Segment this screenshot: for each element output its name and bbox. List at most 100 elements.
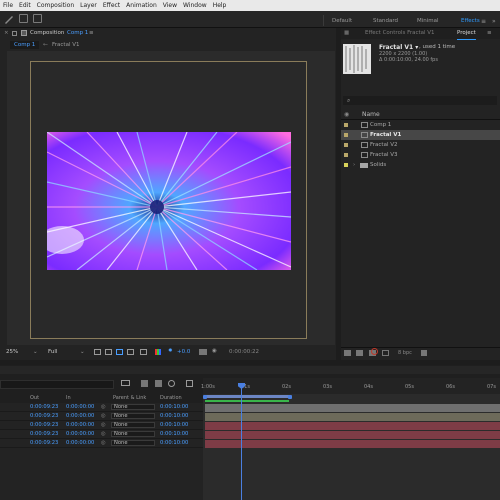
- interpret-footage-icon[interactable]: [344, 350, 351, 356]
- layer-row[interactable]: 0:00:09:23 0:00:00:00 ◎ None 0:00:10:00: [0, 439, 203, 448]
- composition-tab-name[interactable]: Comp 1: [67, 28, 88, 39]
- item-name[interactable]: Fractal V1 ▾: [379, 44, 418, 51]
- work-area-bar[interactable]: [205, 395, 290, 398]
- frame-blending-icon[interactable]: [155, 380, 162, 387]
- work-area-end-handle[interactable]: [288, 395, 292, 399]
- panel-menu-icon[interactable]: ≡: [89, 28, 94, 39]
- project-item-solids[interactable]: › Solids: [341, 160, 500, 170]
- menu-animation[interactable]: Animation: [123, 0, 160, 11]
- layer-out[interactable]: 0:00:09:23: [30, 403, 58, 411]
- subtab-fractal-v1[interactable]: Fractal V1: [48, 41, 83, 49]
- layer-duration-bar[interactable]: [205, 404, 500, 412]
- column-in[interactable]: In: [66, 395, 71, 401]
- layer-out[interactable]: 0:00:09:23: [30, 439, 58, 447]
- new-folder-icon[interactable]: [356, 350, 363, 356]
- guides-icon[interactable]: [127, 349, 134, 355]
- project-item-fractal-v3[interactable]: Fractal V3: [341, 150, 500, 160]
- tab-project[interactable]: Project: [457, 28, 476, 40]
- layer-in[interactable]: 0:00:00:00: [66, 421, 94, 429]
- layer-duration-bar[interactable]: [205, 440, 500, 448]
- lock-icon[interactable]: [12, 31, 17, 36]
- workspace-effects[interactable]: Effects: [461, 14, 480, 28]
- grid-icon[interactable]: [140, 349, 147, 355]
- project-item-comp1[interactable]: Comp 1: [341, 120, 500, 130]
- workspace-standard[interactable]: Standard: [373, 14, 398, 28]
- effect-controls-lock-icon[interactable]: ■: [344, 28, 349, 39]
- pickwhip-icon[interactable]: ◎: [101, 430, 106, 438]
- resolution-dropdown[interactable]: Full: [48, 349, 57, 355]
- snapshot-camera-icon[interactable]: [199, 349, 207, 355]
- layer-duration-bar[interactable]: [205, 431, 500, 439]
- workspace-default[interactable]: Default: [332, 14, 352, 28]
- layer-duration[interactable]: 0:00:10:00: [160, 403, 188, 411]
- draft-3d-icon[interactable]: [121, 380, 130, 386]
- close-panel-icon[interactable]: ×: [4, 28, 9, 39]
- label-color-swatch[interactable]: [344, 163, 348, 167]
- menu-window[interactable]: Window: [180, 0, 210, 11]
- composition-tab-prefix[interactable]: Composition: [30, 28, 64, 39]
- transparency-grid-icon[interactable]: [105, 349, 112, 355]
- layer-out[interactable]: 0:00:09:23: [30, 412, 58, 420]
- column-parent[interactable]: Parent & Link: [113, 395, 146, 401]
- menu-file[interactable]: File: [0, 0, 16, 11]
- layer-out[interactable]: 0:00:09:23: [30, 430, 58, 438]
- pickwhip-icon[interactable]: ◎: [101, 412, 106, 420]
- zoom-chevron-icon[interactable]: ⌄: [33, 349, 38, 355]
- layer-duration-bar[interactable]: [205, 422, 500, 430]
- tab-effect-controls[interactable]: Effect Controls Fractal V1: [365, 28, 435, 39]
- layer-row[interactable]: 0:00:09:23 0:00:00:00 ◎ None 0:00:10:00: [0, 421, 203, 430]
- workspace-overflow-icon[interactable]: »: [492, 18, 496, 25]
- layer-row[interactable]: 0:00:09:23 0:00:00:00 ◎ None 0:00:10:00: [0, 430, 203, 439]
- workspace-menu-icon[interactable]: ≡: [481, 18, 486, 25]
- workspace-minimal[interactable]: Minimal: [417, 14, 439, 28]
- layer-duration[interactable]: 0:00:10:00: [160, 412, 188, 420]
- layer-duration-bar[interactable]: [205, 413, 500, 421]
- zoom-dropdown[interactable]: 25%: [6, 349, 18, 355]
- menu-help[interactable]: Help: [210, 0, 230, 11]
- label-color-swatch[interactable]: [344, 143, 348, 147]
- expand-chevron-icon[interactable]: ›: [353, 160, 355, 170]
- trash-icon[interactable]: [421, 350, 427, 356]
- menu-layer[interactable]: Layer: [77, 0, 100, 11]
- column-duration[interactable]: Duration: [160, 395, 182, 401]
- graph-editor-icon[interactable]: [186, 380, 193, 387]
- bit-depth-button[interactable]: 8 bpc: [398, 350, 412, 356]
- playhead-line[interactable]: [241, 383, 242, 500]
- work-area-start-handle[interactable]: [203, 395, 207, 399]
- snapping-icon[interactable]: [33, 14, 42, 23]
- region-of-interest-icon[interactable]: [94, 349, 101, 355]
- current-time-display[interactable]: 0:00:00:22: [229, 349, 259, 355]
- exposure-value[interactable]: +0.0: [177, 349, 190, 355]
- resolution-chevron-icon[interactable]: ⌄: [80, 349, 85, 355]
- subtab-comp1[interactable]: Comp 1: [10, 41, 40, 49]
- label-color-swatch[interactable]: [344, 123, 348, 127]
- layer-in[interactable]: 0:00:00:00: [66, 430, 94, 438]
- tool-toggle-icon[interactable]: [19, 14, 28, 23]
- menu-edit[interactable]: Edit: [16, 0, 34, 11]
- layer-out[interactable]: 0:00:09:23: [30, 421, 58, 429]
- mask-visibility-icon[interactable]: [116, 349, 123, 355]
- layer-in[interactable]: 0:00:00:00: [66, 412, 94, 420]
- project-item-fractal-v2[interactable]: Fractal V2: [341, 140, 500, 150]
- layer-duration[interactable]: 0:00:10:00: [160, 421, 188, 429]
- project-menu-icon[interactable]: ≡: [487, 28, 492, 39]
- layer-row[interactable]: 0:00:09:23 0:00:00:00 ◎ None 0:00:10:00: [0, 403, 203, 412]
- layer-duration[interactable]: 0:00:10:00: [160, 430, 188, 438]
- pickwhip-icon[interactable]: ◎: [101, 421, 106, 429]
- project-search-input[interactable]: ⌕: [343, 96, 497, 105]
- layer-in[interactable]: 0:00:00:00: [66, 403, 94, 411]
- show-snapshot-icon[interactable]: ◉: [212, 348, 217, 354]
- layer-in[interactable]: 0:00:00:00: [66, 439, 94, 447]
- column-out[interactable]: Out: [30, 395, 39, 401]
- pen-tool-icon[interactable]: [4, 14, 13, 24]
- label-color-swatch[interactable]: [344, 153, 348, 157]
- menu-composition[interactable]: Composition: [34, 0, 77, 11]
- layer-row[interactable]: 0:00:09:23 0:00:00:00 ◎ None 0:00:10:00: [0, 412, 203, 421]
- timeline-search-input[interactable]: [0, 380, 114, 389]
- project-item-fractal-v1[interactable]: Fractal V1: [341, 130, 500, 140]
- menu-effect[interactable]: Effect: [100, 0, 123, 11]
- shy-layers-icon[interactable]: [141, 380, 148, 387]
- pickwhip-icon[interactable]: ◎: [101, 439, 106, 447]
- motion-blur-icon[interactable]: [168, 380, 175, 387]
- menu-view[interactable]: View: [160, 0, 180, 11]
